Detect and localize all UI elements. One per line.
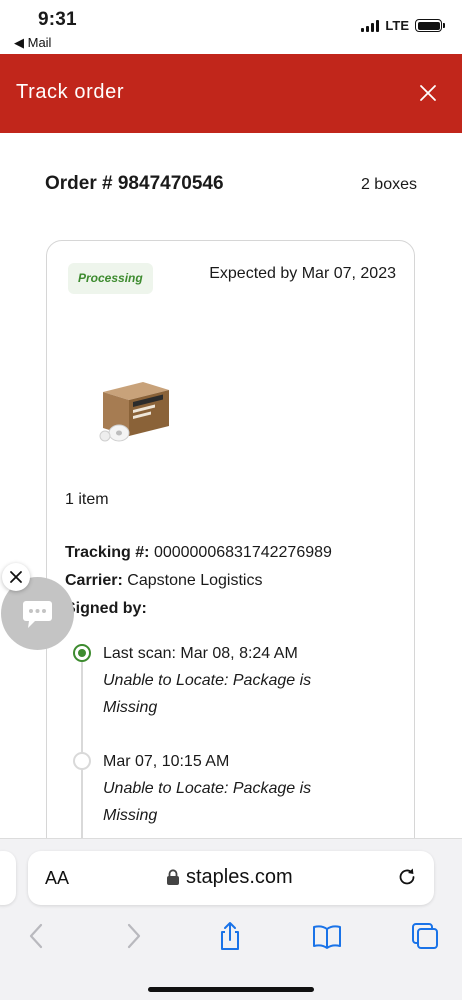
browser-toolbar (0, 921, 462, 951)
status-time: 9:31 (38, 9, 77, 30)
previous-tab-field[interactable] (0, 851, 16, 905)
address-bar[interactable]: AA staples.com (28, 851, 434, 905)
lock-icon (167, 869, 179, 885)
event-description: Unable to Locate: Package is (103, 672, 312, 689)
home-indicator (148, 987, 314, 992)
tracking-label: Tracking #: (65, 544, 150, 561)
event-title: Mar 07, 10:15 AM (103, 753, 230, 770)
carrier-row: Carrier: Capstone Logistics (65, 567, 332, 595)
signal-icon (361, 19, 380, 32)
order-number: Order # 9847470546 (45, 173, 224, 194)
url-display: staples.com (166, 866, 293, 889)
shipment-details: Tracking #: 00000006831742276989 Carrier… (65, 539, 332, 623)
product-image (99, 382, 169, 442)
chat-close-button[interactable] (2, 563, 30, 591)
close-icon (10, 571, 22, 583)
timeline-event: Last scan: Mar 08, 8:24 AM Unable to Loc… (103, 640, 311, 721)
page-header: Track order (0, 54, 462, 133)
share-icon[interactable] (215, 921, 245, 951)
text-size-button[interactable]: AA (45, 868, 69, 889)
shipment-card: Processing Expected by Mar 07, 2023 1 it… (46, 240, 415, 880)
reload-icon[interactable] (396, 866, 418, 888)
bookmarks-icon[interactable] (312, 921, 342, 951)
event-description: Missing (103, 699, 158, 716)
tracking-row: Tracking #: 00000006831742276989 (65, 539, 332, 567)
battery-icon (415, 19, 445, 32)
status-indicators: LTE (361, 18, 445, 33)
order-summary: Order # 9847470546 2 boxes (45, 173, 417, 195)
text-size-label: AA (45, 868, 70, 888)
timeline-dot-active (73, 644, 91, 662)
signed-by-row: Signed by: (65, 595, 332, 623)
item-count: 1 item (65, 491, 109, 508)
back-arrow-icon[interactable] (22, 921, 52, 951)
tabs-icon[interactable] (410, 921, 440, 951)
close-icon[interactable] (416, 81, 440, 105)
browser-bottom-bar: AA staples.com (0, 838, 462, 1000)
forward-arrow-icon[interactable] (118, 921, 148, 951)
status-badge: Processing (68, 263, 153, 294)
back-to-mail-link[interactable]: ◀ Mail (14, 35, 51, 51)
page-title: Track order (16, 81, 125, 103)
network-label: LTE (385, 18, 409, 33)
timeline-event: Mar 07, 10:15 AM Unable to Locate: Packa… (103, 748, 311, 829)
signed-by-label: Signed by: (65, 600, 147, 617)
event-description: Missing (103, 807, 158, 824)
event-description: Unable to Locate: Package is (103, 780, 312, 797)
expected-date: Expected by Mar 07, 2023 (209, 265, 396, 282)
url-text: staples.com (186, 866, 293, 888)
carrier-name: Capstone Logistics (127, 572, 263, 589)
timeline-dot (73, 752, 91, 770)
status-bar: 9:31 ◀ Mail LTE (0, 0, 462, 54)
event-title: Last scan: Mar 08, 8:24 AM (103, 645, 298, 662)
box-count: 2 boxes (360, 176, 417, 193)
tracking-number: 00000006831742276989 (153, 544, 332, 561)
